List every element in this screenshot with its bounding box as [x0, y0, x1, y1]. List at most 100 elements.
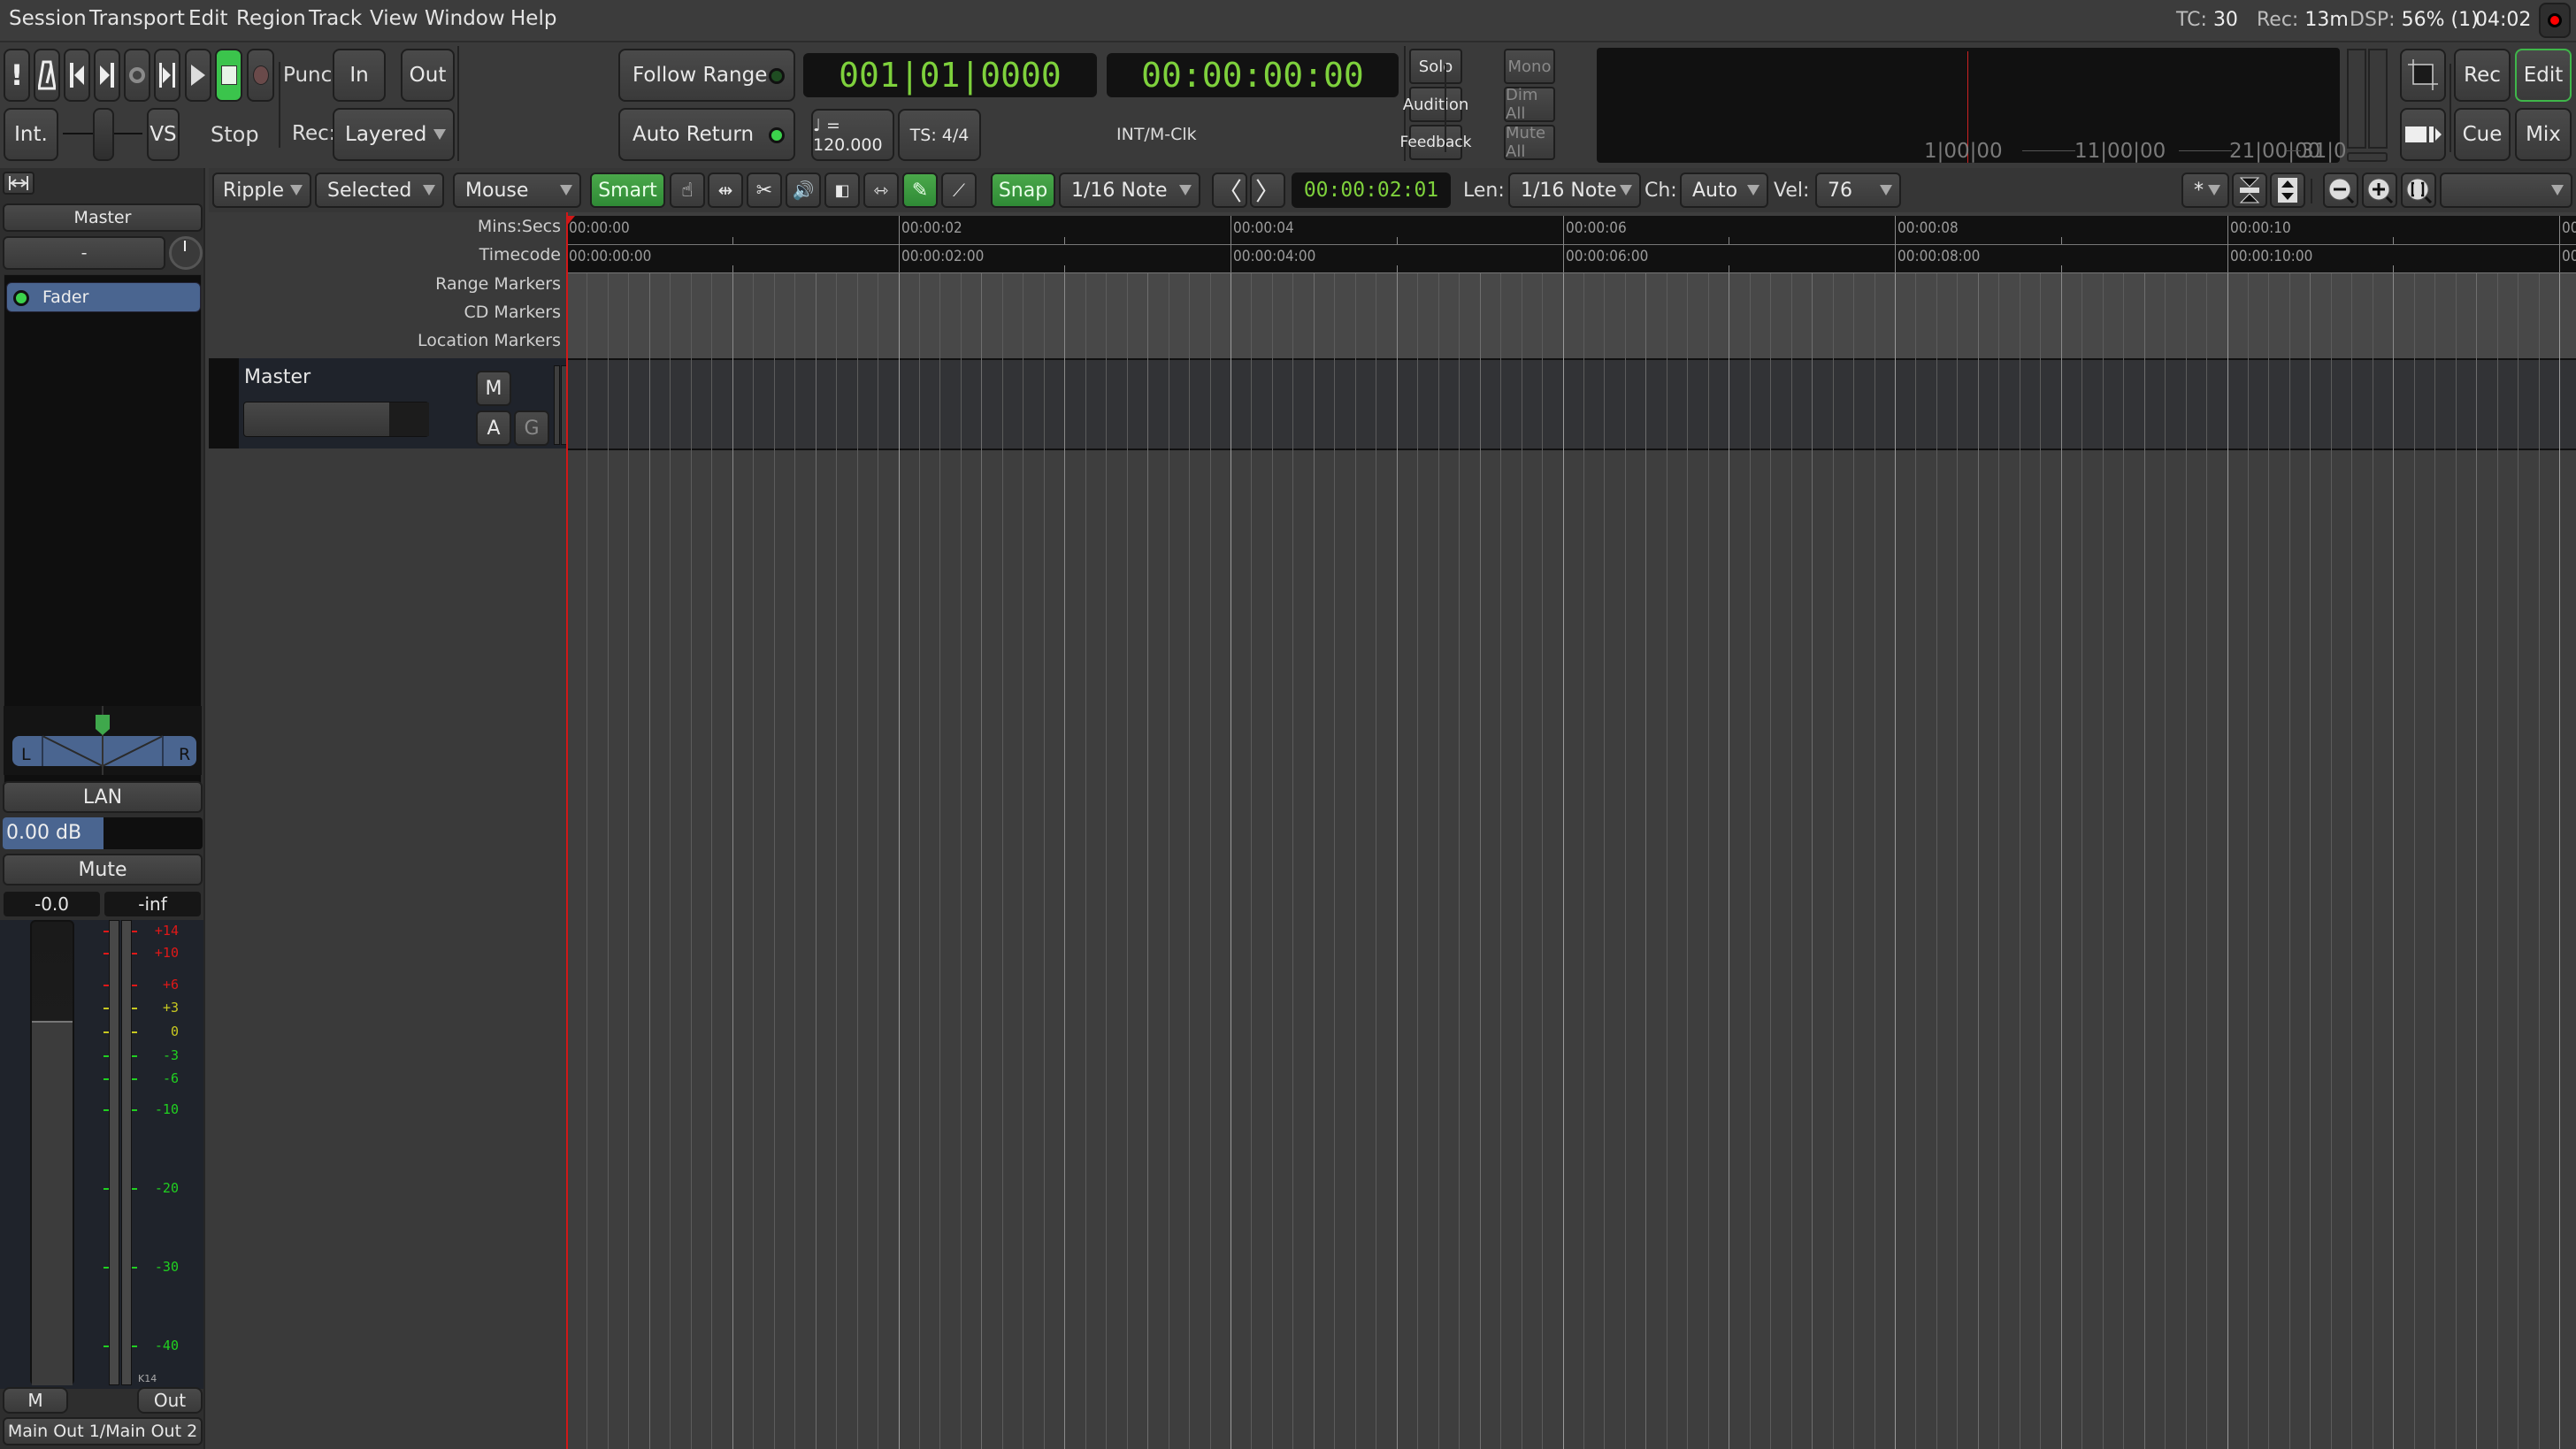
gain-fader[interactable]	[30, 920, 74, 1385]
stop-button[interactable]	[215, 49, 242, 102]
tempo-button[interactable]: ♩ = 120.000	[811, 109, 894, 161]
mute-button[interactable]: Mute	[3, 854, 203, 886]
follow-range-button[interactable]: Follow Range	[618, 49, 795, 102]
zoom-in-button[interactable]	[2362, 172, 2397, 208]
output-routing-button[interactable]: Main Out 1/Main Out 2	[3, 1417, 203, 1445]
punch-in-button[interactable]: In	[333, 49, 386, 102]
lan-button[interactable]: LAN	[3, 781, 203, 813]
nudge-forward-button[interactable]: 〉	[1250, 172, 1285, 208]
track-mute-button[interactable]: M	[476, 371, 511, 406]
range-tool-button[interactable]: ⇹	[708, 172, 743, 208]
trim-knob[interactable]	[169, 236, 203, 270]
edit-window-button[interactable]: Edit	[2515, 49, 2572, 102]
metronome-button[interactable]	[34, 49, 60, 102]
mono-button[interactable]: Mono	[1504, 49, 1555, 84]
time-signature-button[interactable]: TS: 4/4	[898, 109, 981, 161]
loop-button[interactable]	[124, 49, 150, 102]
punch-out-button[interactable]: Out	[401, 49, 455, 102]
edit-point-dropdown[interactable]: Mouse	[453, 172, 581, 208]
snap-button[interactable]: Snap	[991, 172, 1055, 208]
video-monitor-button[interactable]	[2400, 108, 2446, 161]
menu-view[interactable]: View	[370, 7, 418, 30]
processor-active-led-icon[interactable]	[13, 290, 29, 306]
cue-window-button[interactable]: Cue	[2454, 108, 2511, 161]
feedback-button[interactable]: Feedback	[1400, 125, 1471, 160]
stretch-tool-button[interactable]: ◧	[824, 172, 860, 208]
grab-tool-button[interactable]: ☝	[670, 172, 705, 208]
record-status-button[interactable]	[2539, 3, 2571, 38]
strip-name-button[interactable]: Master	[3, 203, 203, 232]
ruler-label-timecode[interactable]: Timecode	[479, 245, 561, 264]
menu-region[interactable]: Region	[236, 7, 306, 30]
output-button-short[interactable]: Out	[137, 1387, 203, 1414]
meter-reset[interactable]	[2347, 152, 2388, 162]
rec-window-button[interactable]: Rec	[2454, 49, 2511, 102]
input-button[interactable]: -	[3, 236, 165, 270]
mix-window-button[interactable]: Mix	[2515, 108, 2572, 161]
ruler-label-cd-markers[interactable]: CD Markers	[464, 303, 561, 322]
panner[interactable]: L R	[4, 706, 202, 775]
play-range-button[interactable]	[154, 49, 180, 102]
audition-tool-button[interactable]: 🔊	[786, 172, 821, 208]
dim-all-button[interactable]: Dim All	[1504, 86, 1555, 123]
cut-tool-button[interactable]: ✂	[747, 172, 782, 208]
editor-canvas[interactable]: 00:00:00 00:00:02 00:00:04 00:00:06 00:00:08…	[566, 212, 2576, 1449]
edit-mode-dropdown[interactable]: Ripple	[212, 172, 311, 208]
smart-mode-button[interactable]: Smart	[590, 172, 665, 208]
editor-list-toggle[interactable]	[2400, 49, 2446, 102]
internal-edit-tool-button[interactable]: ⟋	[941, 172, 977, 208]
secondary-clock-timecode[interactable]: 00:00:00:00	[1107, 53, 1399, 97]
ruler-label-range-markers[interactable]: Range Markers	[435, 274, 561, 294]
play-button[interactable]	[185, 49, 211, 102]
peak-display-right[interactable]: -inf	[104, 892, 201, 916]
mute-all-button[interactable]: Mute All	[1504, 124, 1555, 161]
ruler-label-location-markers[interactable]: Location Markers	[418, 331, 561, 350]
strip-width-button[interactable]	[3, 172, 34, 195]
note-length-dropdown[interactable]: 1/16 Note	[1508, 172, 1641, 208]
menu-help[interactable]: Help	[510, 7, 556, 30]
goto-start-button[interactable]	[64, 49, 90, 102]
content-tool-button[interactable]: ⇿	[863, 172, 899, 208]
strip-m-button[interactable]: M	[3, 1387, 68, 1414]
menu-track[interactable]: Track	[309, 7, 362, 30]
zoom-out-button[interactable]	[2323, 172, 2358, 208]
varispeed-button[interactable]: VS	[147, 108, 180, 161]
playhead[interactable]	[566, 212, 568, 1449]
draw-tool-button[interactable]: ✎	[902, 172, 938, 208]
master-track-lane[interactable]	[566, 360, 2576, 448]
gain-entry[interactable]: 0.00 dB	[3, 817, 203, 849]
track-header-master[interactable]: Master M A G	[209, 358, 567, 448]
track-automation-button[interactable]: A	[476, 410, 511, 446]
audition-button[interactable]: Audition	[1403, 87, 1468, 122]
channel-dropdown[interactable]: Auto	[1680, 172, 1768, 208]
track-gain-slider[interactable]	[243, 402, 429, 437]
primary-clock-bbt[interactable]: 001|01|0000	[803, 53, 1097, 97]
internal-clock-button[interactable]: Int.	[4, 108, 58, 161]
goto-end-button[interactable]	[94, 49, 120, 102]
zoom-to-session-button[interactable]	[2401, 172, 2436, 208]
menu-transport[interactable]: Transport	[89, 7, 185, 30]
velocity-dropdown[interactable]: 76	[1815, 172, 1901, 208]
solo-button[interactable]: Solo	[1409, 49, 1462, 84]
peak-display-left[interactable]: -0.0	[4, 892, 100, 916]
panic-button[interactable]: !	[4, 49, 30, 102]
expand-tracks-button[interactable]	[2270, 172, 2305, 208]
nudge-clock[interactable]: 00:00:02:01	[1292, 172, 1451, 208]
shuttle-slider-handle[interactable]	[93, 108, 114, 161]
track-group-button[interactable]: G	[514, 410, 549, 446]
auto-return-button[interactable]: Auto Return	[618, 108, 795, 161]
nudge-backward-button[interactable]: 〈	[1212, 172, 1247, 208]
track-name[interactable]: Master	[244, 366, 310, 388]
menu-edit[interactable]: Edit	[188, 7, 228, 30]
menu-session[interactable]: Session	[9, 7, 87, 30]
record-button[interactable]	[247, 49, 274, 102]
ripple-mode-dropdown[interactable]: Selected	[315, 172, 444, 208]
visible-tracks-dropdown[interactable]: *	[2181, 172, 2229, 208]
grid-type-dropdown[interactable]: 1/16 Note	[1059, 172, 1200, 208]
shrink-tracks-button[interactable]	[2232, 172, 2267, 208]
rec-mode-dropdown[interactable]: Layered	[333, 108, 455, 161]
mini-timeline[interactable]: 1|00|00 11|00|00 21|00|00 31|0	[1597, 48, 2347, 163]
processor-fader[interactable]: Fader	[6, 282, 201, 312]
zoom-preset-dropdown[interactable]	[2440, 172, 2572, 208]
menu-window[interactable]: Window	[425, 7, 505, 30]
